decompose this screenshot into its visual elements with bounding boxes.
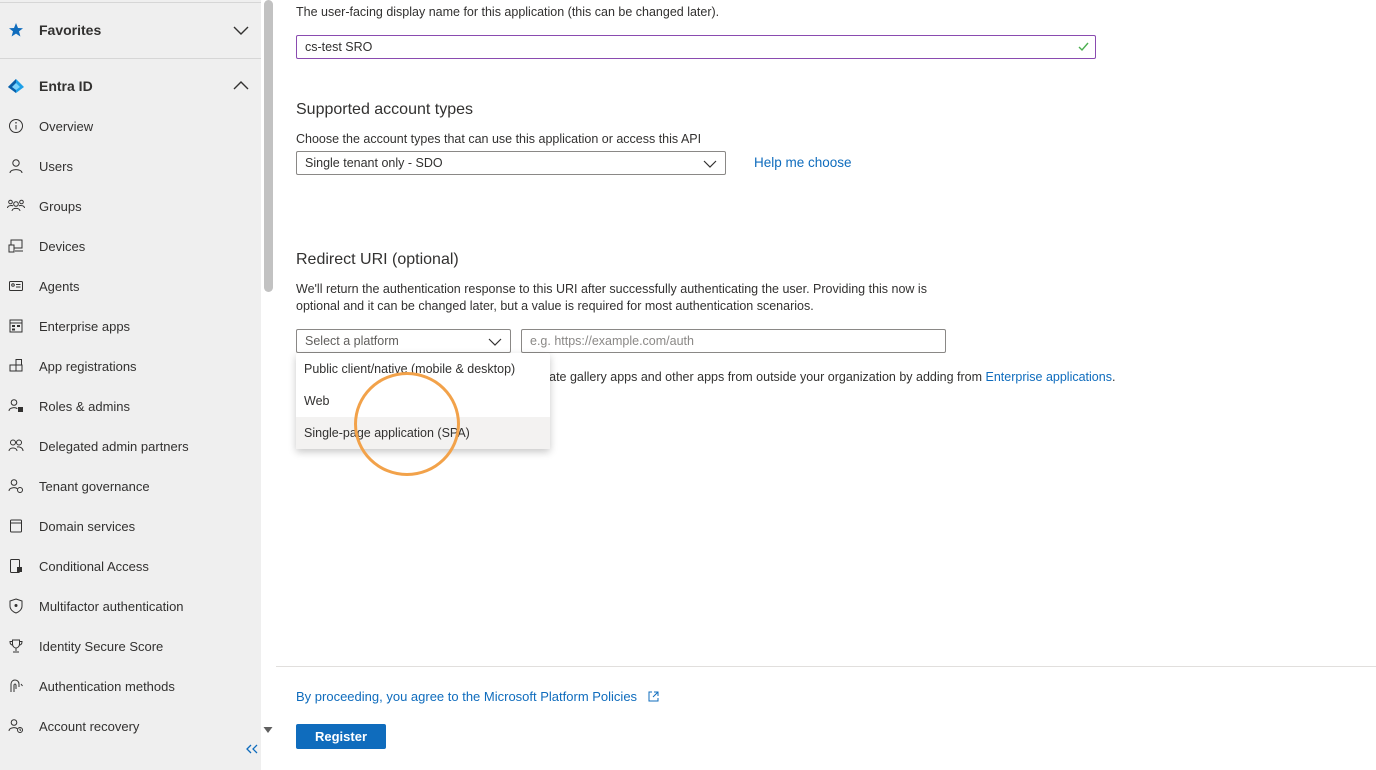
- entra-id-header[interactable]: Entra ID: [0, 68, 261, 104]
- platform-option-spa[interactable]: Single-page application (SPA): [296, 417, 550, 449]
- sidebar-item-label: Overview: [39, 118, 94, 134]
- checkmark-icon: [1077, 40, 1090, 56]
- trophy-icon: [7, 637, 25, 655]
- gallery-period: .: [1111, 370, 1116, 384]
- sidebar-item-label: Enterprise apps: [39, 318, 131, 334]
- sidebar-item-conditional-access[interactable]: Conditional Access: [0, 548, 261, 584]
- help-me-choose-link[interactable]: Help me choose: [754, 155, 852, 170]
- account-recovery-icon: [7, 717, 25, 735]
- gallery-info-text: grate gallery apps and other apps from o…: [538, 370, 1115, 384]
- name-description: The user-facing display name for this ap…: [296, 5, 720, 19]
- sidebar-item-agents[interactable]: Agents: [0, 268, 261, 304]
- option-label: Web: [304, 394, 330, 408]
- delegated-admin-icon: [7, 437, 25, 455]
- platform-dropdown-menu: Public client/native (mobile & desktop) …: [296, 353, 550, 449]
- divider: [276, 666, 1376, 667]
- sidebar-item-label: Account recovery: [39, 718, 140, 734]
- sidebar-item-label: Devices: [39, 238, 86, 254]
- tenant-governance-icon: [7, 477, 25, 495]
- sidebar-item-label: Identity Secure Score: [39, 638, 164, 654]
- divider: [0, 58, 261, 59]
- conditional-access-icon: [7, 557, 25, 575]
- sidebar-item-account-recovery[interactable]: Account recovery: [0, 708, 261, 744]
- favorites-label: Favorites: [39, 22, 102, 38]
- agents-icon: [7, 277, 25, 295]
- option-label: Public client/native (mobile & desktop): [304, 362, 516, 376]
- sidebar-item-multifactor-authentication[interactable]: Multifactor authentication: [0, 588, 261, 624]
- left-nav: Favorites Entra ID Overview Users Groups…: [0, 0, 261, 770]
- app-name-input[interactable]: cs-test SRO: [296, 35, 1096, 59]
- sidebar-item-overview[interactable]: Overview: [0, 108, 261, 144]
- sidebar-item-label: Delegated admin partners: [39, 438, 189, 454]
- entra-id-label: Entra ID: [39, 78, 93, 94]
- sidebar-item-label: Authentication methods: [39, 678, 175, 694]
- sidebar-item-devices[interactable]: Devices: [0, 228, 261, 264]
- entra-id-icon: [7, 77, 25, 95]
- sidebar-item-delegated-admin-partners[interactable]: Delegated admin partners: [0, 428, 261, 464]
- double-chevron-left-icon[interactable]: [243, 740, 261, 758]
- chevron-down-icon: [488, 336, 502, 346]
- sidebar-item-label: App registrations: [39, 358, 137, 374]
- chevron-down-icon[interactable]: [232, 21, 250, 39]
- sidebar-item-app-registrations[interactable]: App registrations: [0, 348, 261, 384]
- enterprise-apps-icon: [7, 317, 25, 335]
- platform-placeholder: Select a platform: [305, 334, 399, 348]
- sidebar-item-groups[interactable]: Groups: [0, 188, 261, 224]
- star-icon: [7, 21, 25, 39]
- enterprise-applications-link[interactable]: Enterprise applications: [986, 370, 1112, 384]
- scroll-down-arrow-icon[interactable]: [262, 722, 274, 733]
- sidebar-item-label: Roles & admins: [39, 398, 131, 414]
- user-icon: [7, 157, 25, 175]
- sidebar-item-enterprise-apps[interactable]: Enterprise apps: [0, 308, 261, 344]
- account-types-dropdown[interactable]: Single tenant only - SDO: [296, 151, 726, 175]
- favorites-header[interactable]: Favorites: [0, 12, 261, 48]
- redirect-uri-placeholder: e.g. https://example.com/auth: [530, 334, 694, 348]
- option-label: Single-page application (SPA): [304, 426, 470, 440]
- roles-icon: [7, 397, 25, 415]
- account-types-description: Choose the account types that can use th…: [296, 132, 702, 146]
- sidebar-item-label: Groups: [39, 198, 82, 214]
- sidebar-item-authentication-methods[interactable]: Authentication methods: [0, 668, 261, 704]
- account-types-title: Supported account types: [296, 101, 474, 118]
- sidebar-item-tenant-governance[interactable]: Tenant governance: [0, 468, 261, 504]
- app-name-value: cs-test SRO: [305, 40, 373, 54]
- sidebar-item-label: Conditional Access: [39, 558, 149, 574]
- shield-icon: [7, 597, 25, 615]
- external-link-icon: [647, 690, 660, 706]
- chevron-up-icon[interactable]: [232, 77, 250, 95]
- info-icon: [7, 117, 25, 135]
- domain-services-icon: [7, 517, 25, 535]
- app-registrations-icon: [7, 357, 25, 375]
- account-types-value: Single tenant only - SDO: [305, 156, 443, 170]
- gallery-text: grate gallery apps and other apps from o…: [538, 370, 986, 384]
- scrollbar-thumb[interactable]: [264, 0, 273, 292]
- register-app-form: The user-facing display name for this ap…: [276, 0, 1376, 770]
- register-button[interactable]: Register: [296, 724, 386, 749]
- redirect-uri-title: Redirect URI (optional): [296, 251, 459, 268]
- platform-option-web[interactable]: Web: [296, 385, 550, 417]
- devices-icon: [7, 237, 25, 255]
- redirect-description-line2: optional and it can be changed later, bu…: [296, 299, 814, 313]
- sidebar-item-label: Users: [39, 158, 73, 174]
- platform-policies-link[interactable]: By proceeding, you agree to the Microsof…: [296, 689, 660, 706]
- divider: [0, 2, 261, 3]
- sidebar-item-label: Multifactor authentication: [39, 598, 184, 614]
- sidebar-item-domain-services[interactable]: Domain services: [0, 508, 261, 544]
- sidebar-item-label: Tenant governance: [39, 478, 150, 494]
- redirect-description-line1: We'll return the authentication response…: [296, 282, 927, 296]
- auth-methods-icon: [7, 677, 25, 695]
- platform-option-public-client[interactable]: Public client/native (mobile & desktop): [296, 353, 550, 385]
- groups-icon: [7, 197, 25, 215]
- sidebar-item-users[interactable]: Users: [0, 148, 261, 184]
- sidebar-item-label: Agents: [39, 278, 80, 294]
- sidebar-item-identity-secure-score[interactable]: Identity Secure Score: [0, 628, 261, 664]
- sidebar-item-label: Domain services: [39, 518, 136, 534]
- redirect-uri-input[interactable]: e.g. https://example.com/auth: [521, 329, 946, 353]
- platform-select[interactable]: Select a platform: [296, 329, 511, 353]
- policy-link-label: By proceeding, you agree to the Microsof…: [296, 689, 638, 704]
- sidebar-item-roles-admins[interactable]: Roles & admins: [0, 388, 261, 424]
- chevron-down-icon: [703, 158, 717, 168]
